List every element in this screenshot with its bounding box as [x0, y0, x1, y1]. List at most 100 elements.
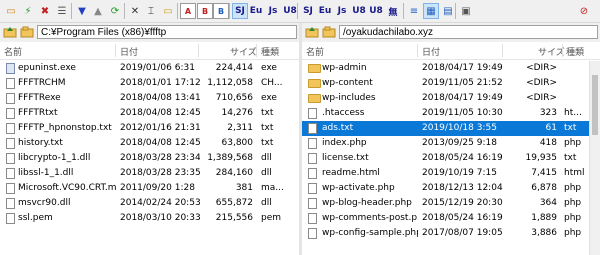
folder-open-icon[interactable]	[322, 26, 336, 38]
file-name: wp-comments-post.p...	[322, 213, 418, 223]
file-size: 224,414	[215, 63, 253, 73]
file-row[interactable]: FFFTP_hpnonstop.txt 2012/01/16 21:31 2,311…	[0, 121, 299, 136]
file-date: 2018/04/17 19:49	[422, 93, 503, 103]
folder-icon	[308, 79, 321, 88]
header-type[interactable]: 種類	[261, 45, 279, 58]
mode-a-icon: A	[184, 6, 192, 16]
utf8-button[interactable]: U8	[282, 3, 298, 19]
jis-button[interactable]: Js	[265, 3, 281, 19]
file-row[interactable]: FFFTRCHM 2018/01/01 17:12 1,112,058 CH...	[0, 76, 299, 91]
file-size: 3,886	[531, 228, 557, 238]
euc-button[interactable]: Eu	[248, 3, 264, 19]
connect-button[interactable]: ⚡	[20, 3, 36, 19]
file-name: history.txt	[18, 138, 63, 148]
file-size: 1,389,568	[207, 153, 253, 163]
header-date[interactable]: 日付	[120, 45, 138, 58]
file-type: dll	[261, 168, 272, 178]
file-type: txt	[261, 108, 274, 118]
file-name: FFFTRexe	[18, 93, 61, 103]
list-view-button[interactable]: ≡	[406, 3, 422, 19]
refresh-button[interactable]: ⟳	[107, 3, 123, 19]
file-row[interactable]: wp-activate.php 2018/12/13 12:04 6,878 php	[302, 181, 590, 196]
file-row[interactable]: ads.txt 2019/10/18 3:55 61 txt	[302, 121, 590, 136]
delete-button[interactable]: ✕	[127, 3, 143, 19]
file-row[interactable]: wp-blog-header.php 2015/12/19 20:30 364 php	[302, 196, 590, 211]
list-view-icon: ≡	[409, 5, 419, 17]
local-path-input[interactable]: C:¥Program Files (x86)¥ffftp	[37, 25, 297, 39]
utf8n-button[interactable]: U8	[351, 3, 367, 19]
local-pane: C:¥Program Files (x86)¥ffftp 名前 日付 サイズ 種…	[0, 23, 299, 255]
no-convert-button[interactable]: 無	[385, 3, 401, 19]
file-icon	[308, 168, 317, 179]
file-row[interactable]: history.txt 2018/04/08 12:45 63,800 txt	[0, 136, 299, 151]
file-date: 2019/10/18 3:55	[422, 123, 497, 133]
grid-view-button[interactable]: ▤	[440, 3, 456, 19]
file-icon	[308, 213, 317, 224]
rename-button[interactable]: ⌶	[143, 3, 159, 19]
remote-scrollbar[interactable]	[589, 61, 600, 255]
file-row[interactable]: wp-includes 2018/04/17 19:49 <DIR>	[302, 91, 590, 106]
file-type: php	[564, 138, 582, 148]
upload-button[interactable]: ▲	[90, 3, 106, 19]
file-row[interactable]: wp-config-sample.php 2017/08/07 19:05 3,88…	[302, 226, 590, 241]
file-row[interactable]: wp-admin 2018/04/17 19:49 <DIR>	[302, 61, 590, 76]
file-row[interactable]: Microsoft.VC90.CRT.m... 2011/09/20 1:28 38…	[0, 181, 299, 196]
utf8bom-button[interactable]: U8	[368, 3, 384, 19]
remote-file-list: wp-admin 2018/04/17 19:49 <DIR> wp-content 2…	[302, 61, 590, 241]
connect-icon: ⚡	[24, 5, 32, 17]
jis2-button[interactable]: Js	[334, 3, 350, 19]
file-row[interactable]: license.txt 2018/05/24 16:19 19,935 txt	[302, 151, 590, 166]
file-date: 2015/12/19 20:30	[422, 198, 503, 208]
header-size[interactable]: サイズ	[538, 45, 565, 58]
euc2-button[interactable]: Eu	[317, 3, 333, 19]
file-row[interactable]: FFFTRtxt 2018/04/08 12:45 14,276 txt	[0, 106, 299, 121]
folder-open-button[interactable]: ▭	[3, 3, 19, 19]
remote-path-input[interactable]: /oyakudachilabo.xyz	[339, 25, 598, 39]
file-icon	[6, 93, 15, 104]
mode-b-button[interactable]: B	[197, 3, 213, 19]
header-size[interactable]: サイズ	[230, 45, 257, 58]
menu-button[interactable]: ☰	[54, 3, 70, 19]
disconnect-button[interactable]: ✖	[37, 3, 53, 19]
download-button[interactable]: ▼	[74, 3, 90, 19]
file-row[interactable]: epuninst.exe 2019/01/06 6:31 224,414 exe	[0, 61, 299, 76]
sjis-button[interactable]: SJ	[232, 3, 248, 19]
file-type: html	[564, 168, 585, 178]
file-date: 2014/02/24 20:53	[120, 198, 200, 208]
scrollbar-thumb[interactable]	[592, 75, 598, 135]
file-row[interactable]: wp-comments-post.p... 2018/05/24 16:19 1,8…	[302, 211, 590, 226]
euc2-icon: Eu	[318, 6, 332, 16]
file-row[interactable]: index.php 2013/09/25 9:18 418 php	[302, 136, 590, 151]
file-row[interactable]: readme.html 2019/10/19 7:15 7,415 html	[302, 166, 590, 181]
file-row[interactable]: wp-content 2019/11/05 21:52 <DIR>	[302, 76, 590, 91]
file-icon	[308, 123, 317, 134]
mode-auto-button[interactable]: B	[213, 3, 229, 19]
file-type: php	[564, 198, 582, 208]
file-icon	[308, 138, 317, 149]
settings-button[interactable]: ▣	[458, 3, 474, 19]
file-row[interactable]: libssl-1_1.dll 2018/03/28 23:35 284,160 dll	[0, 166, 299, 181]
folder-up-icon[interactable]	[305, 26, 319, 38]
mode-a-button[interactable]: A	[180, 3, 196, 19]
remote-file-header: 名前 日付 サイズ 種類	[302, 42, 600, 60]
folder-open-icon[interactable]	[20, 26, 34, 38]
sjis2-button[interactable]: SJ	[300, 3, 316, 19]
header-name[interactable]: 名前	[4, 45, 22, 58]
file-row[interactable]: msvcr90.dll 2014/02/24 20:53 655,872 dll	[0, 196, 299, 211]
file-date: 2018/03/28 23:35	[120, 168, 200, 178]
file-size: 418	[539, 138, 557, 148]
file-name: FFFTP_hpnonstop.txt	[18, 123, 112, 133]
header-date[interactable]: 日付	[422, 45, 440, 58]
header-name[interactable]: 名前	[306, 45, 324, 58]
file-row[interactable]: FFFTRexe 2018/04/08 13:41 710,656 exe	[0, 91, 299, 106]
file-row[interactable]: ssl.pem 2018/03/10 20:33 215,556 pem	[0, 211, 299, 226]
file-date: 2019/01/06 6:31	[120, 63, 195, 73]
file-row[interactable]: libcrypto-1_1.dll 2018/03/28 23:34 1,389,5…	[0, 151, 299, 166]
file-row[interactable]: .htaccess 2019/11/05 10:30 323 ht...	[302, 106, 590, 121]
new-folder-button[interactable]: ▭	[160, 3, 176, 19]
header-type[interactable]: 種類	[566, 45, 584, 58]
detail-view-button[interactable]: ▦	[423, 3, 439, 19]
file-date: 2018/03/10 20:33	[120, 213, 200, 223]
stop-button[interactable]: ⊘	[576, 3, 592, 19]
folder-up-icon[interactable]	[3, 26, 17, 38]
